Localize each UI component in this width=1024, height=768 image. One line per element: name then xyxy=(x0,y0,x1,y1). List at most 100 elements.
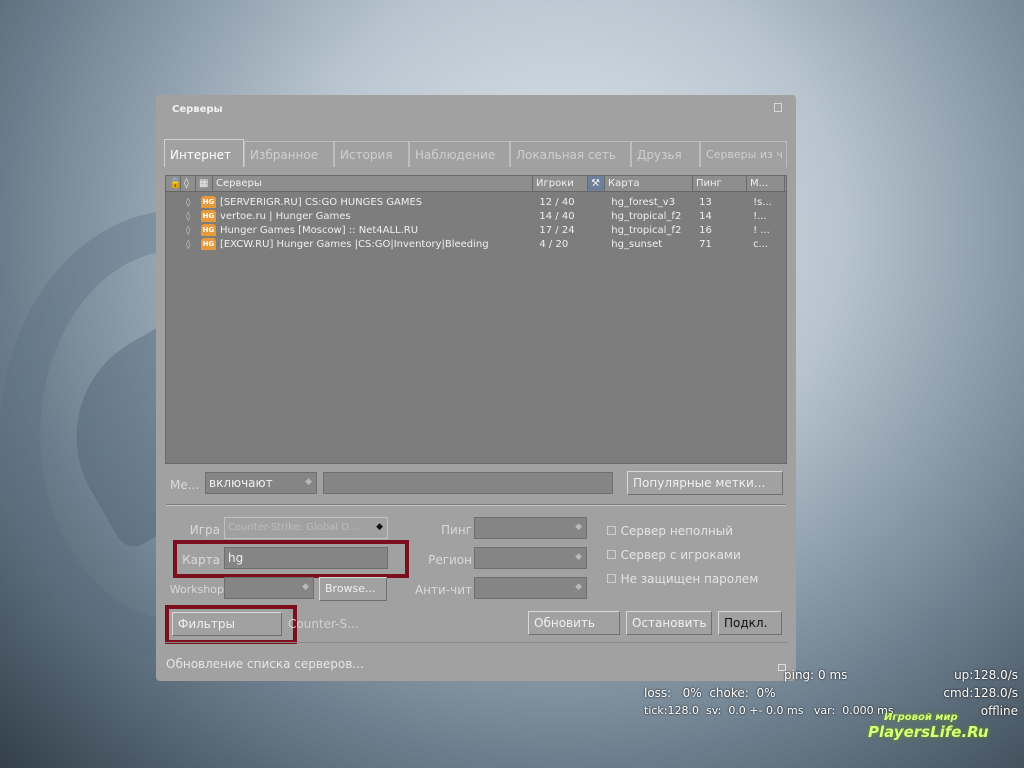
server-players: 14 / 40 xyxy=(539,210,575,222)
tags-mode-select[interactable]: включают ◆ xyxy=(205,472,317,494)
wrench-icon[interactable]: ⚒ xyxy=(588,176,605,191)
tab-friends[interactable]: Друзья xyxy=(631,141,700,167)
server-row[interactable]: ◊ HG vertoe.ru | Hunger Games 14 / 40 hg… xyxy=(166,209,786,223)
col-map[interactable]: Карта xyxy=(605,176,693,191)
dropdown-arrow-icon: ◆ xyxy=(305,477,312,487)
tags-input[interactable] xyxy=(323,472,613,494)
watermark-logo: Игровой мир PlayersLife.Ru xyxy=(868,712,989,741)
connect-button[interactable]: Подкл. xyxy=(718,611,782,635)
anticheat-select[interactable]: ◆ xyxy=(474,577,587,599)
hg-game-icon: HG xyxy=(200,196,216,208)
not-full-checkbox[interactable]: ☐ Сервер неполный xyxy=(606,524,733,538)
divider xyxy=(166,504,786,506)
server-list[interactable]: 🔒 ◊ ▦ Серверы Игроки ⚒ Карта Пинг М... ◊… xyxy=(165,175,787,464)
server-row[interactable]: ◊ HG Hunger Games [Moscow] :: Net4ALL.RU… xyxy=(166,223,786,237)
tab-lan[interactable]: Локальная сеть xyxy=(510,141,631,167)
ping-select[interactable]: ◆ xyxy=(474,517,587,539)
dropdown-arrow-icon: ◆ xyxy=(575,552,582,562)
maximize-icon[interactable] xyxy=(774,103,782,112)
tab-bar: Интернет Избранное История Наблюдение Ло… xyxy=(164,139,787,167)
vac-shield-icon[interactable]: ◊ xyxy=(181,176,196,191)
has-players-checkbox[interactable]: ☐ Сервер с игроками xyxy=(606,548,741,562)
col-more[interactable]: М... xyxy=(747,176,785,191)
col-players[interactable]: Игроки xyxy=(533,176,588,191)
ping-label: Пинг xyxy=(441,523,472,537)
server-map: hg_sunset xyxy=(611,238,663,250)
server-players: 4 / 20 xyxy=(539,238,569,250)
server-ping: 16 xyxy=(699,224,712,236)
server-players: 17 / 24 xyxy=(539,224,575,236)
server-name: vertoe.ru | Hunger Games xyxy=(219,210,351,222)
not-full-label: Сервер неполный xyxy=(620,524,734,538)
hg-game-icon: HG xyxy=(200,210,216,222)
server-ping: 14 xyxy=(699,210,712,222)
game-label: Игра xyxy=(189,523,220,537)
tab-servers-from[interactable]: Серверы из ч xyxy=(700,141,787,167)
status-text: Обновление списка серверов... xyxy=(166,657,364,671)
workshop-label: Workshop xyxy=(169,583,224,596)
dropdown-arrow-icon: ◆ xyxy=(575,522,582,532)
col-ping[interactable]: Пинг xyxy=(693,176,747,191)
bots-icon[interactable]: ▦ xyxy=(196,176,213,191)
tab-internet[interactable]: Интернет xyxy=(164,139,244,167)
checkbox-icon: ☐ xyxy=(606,572,621,586)
game-value: Counter-Strike: Global O... xyxy=(228,522,359,533)
server-players: 12 / 40 xyxy=(539,196,575,208)
netgraph-tick: tick:128.0 sv: 0.0 +- 0.0 ms var: 0.000 … xyxy=(644,704,894,717)
servers-dialog: Серверы Интернет Избранное История Наблю… xyxy=(156,95,796,681)
checkbox-icon: ☐ xyxy=(606,548,621,562)
highlight-map xyxy=(173,540,409,578)
tab-history[interactable]: История xyxy=(334,141,409,167)
no-password-checkbox[interactable]: ☐ Не защищен паролем xyxy=(606,572,758,586)
server-row[interactable]: ◊ HG [EXCW.RU] Hunger Games |CS:GO|Inven… xyxy=(166,237,786,251)
dialog-title: Серверы xyxy=(172,104,223,115)
server-name: [EXCW.RU] Hunger Games |CS:GO|Inventory|… xyxy=(219,238,489,250)
vac-shield-icon: ◊ xyxy=(185,225,191,236)
stop-button[interactable]: Остановить xyxy=(626,611,712,635)
hg-game-icon: HG xyxy=(200,224,216,236)
tags-label: Ме... xyxy=(170,478,200,492)
server-ping: 71 xyxy=(699,238,712,250)
server-row[interactable]: ◊ HG [SERVERIGR.RU] CS:GO HUNGES GAMES 1… xyxy=(166,195,786,209)
server-tags: !s... xyxy=(753,196,772,208)
netgraph-loss: loss: 0% choke: 0% xyxy=(644,686,776,700)
server-ping: 13 xyxy=(699,196,712,208)
tab-spectate[interactable]: Наблюдение xyxy=(409,141,510,167)
browse-button[interactable]: Browse... xyxy=(319,577,387,601)
netgraph-cmd: cmd:128.0/s xyxy=(943,686,1018,700)
region-label: Регион xyxy=(428,553,472,567)
highlight-filters xyxy=(165,605,297,644)
game-select[interactable]: Counter-Strike: Global O... ◆ xyxy=(224,517,388,539)
tags-mode-value: включают xyxy=(209,476,273,490)
refresh-button[interactable]: Обновить xyxy=(528,611,620,635)
watermark-line1: Игровой мир xyxy=(884,712,958,723)
watermark-line2: PlayersLife.Ru xyxy=(868,723,989,741)
region-select[interactable]: ◆ xyxy=(474,547,587,569)
vac-shield-icon: ◊ xyxy=(185,239,191,250)
hg-game-icon: HG xyxy=(200,238,216,250)
no-password-label: Не защищен паролем xyxy=(620,572,759,586)
col-servers[interactable]: Серверы xyxy=(213,176,533,191)
server-map: hg_tropical_f2 xyxy=(611,224,682,236)
workshop-select[interactable]: ◆ xyxy=(224,577,314,599)
list-header: 🔒 ◊ ▦ Серверы Игроки ⚒ Карта Пинг М... xyxy=(166,176,786,192)
divider xyxy=(164,642,788,643)
popular-tags-button[interactable]: Популярные метки... xyxy=(627,471,783,495)
dropdown-arrow-icon: ◆ xyxy=(376,522,383,532)
server-name: Hunger Games [Moscow] :: Net4ALL.RU xyxy=(219,224,419,236)
vac-shield-icon: ◊ xyxy=(185,197,191,208)
dropdown-arrow-icon: ◆ xyxy=(575,582,582,592)
game-short-label: Counter-S... xyxy=(288,617,359,631)
dropdown-arrow-icon: ◆ xyxy=(302,582,309,592)
netgraph-ping: ping: 0 ms xyxy=(784,668,848,682)
lock-icon[interactable]: 🔒 xyxy=(166,176,181,191)
anticheat-label: Анти-чит xyxy=(414,583,472,597)
tab-favorites[interactable]: Избранное xyxy=(244,141,334,167)
server-map: hg_tropical_f2 xyxy=(611,210,682,222)
server-tags: !... xyxy=(753,210,767,222)
server-tags: c... xyxy=(753,238,769,250)
server-map: hg_forest_v3 xyxy=(611,196,676,208)
vac-shield-icon: ◊ xyxy=(185,211,191,222)
server-tags: ! ... xyxy=(753,224,770,236)
netgraph-up: up:128.0/s xyxy=(954,668,1018,682)
